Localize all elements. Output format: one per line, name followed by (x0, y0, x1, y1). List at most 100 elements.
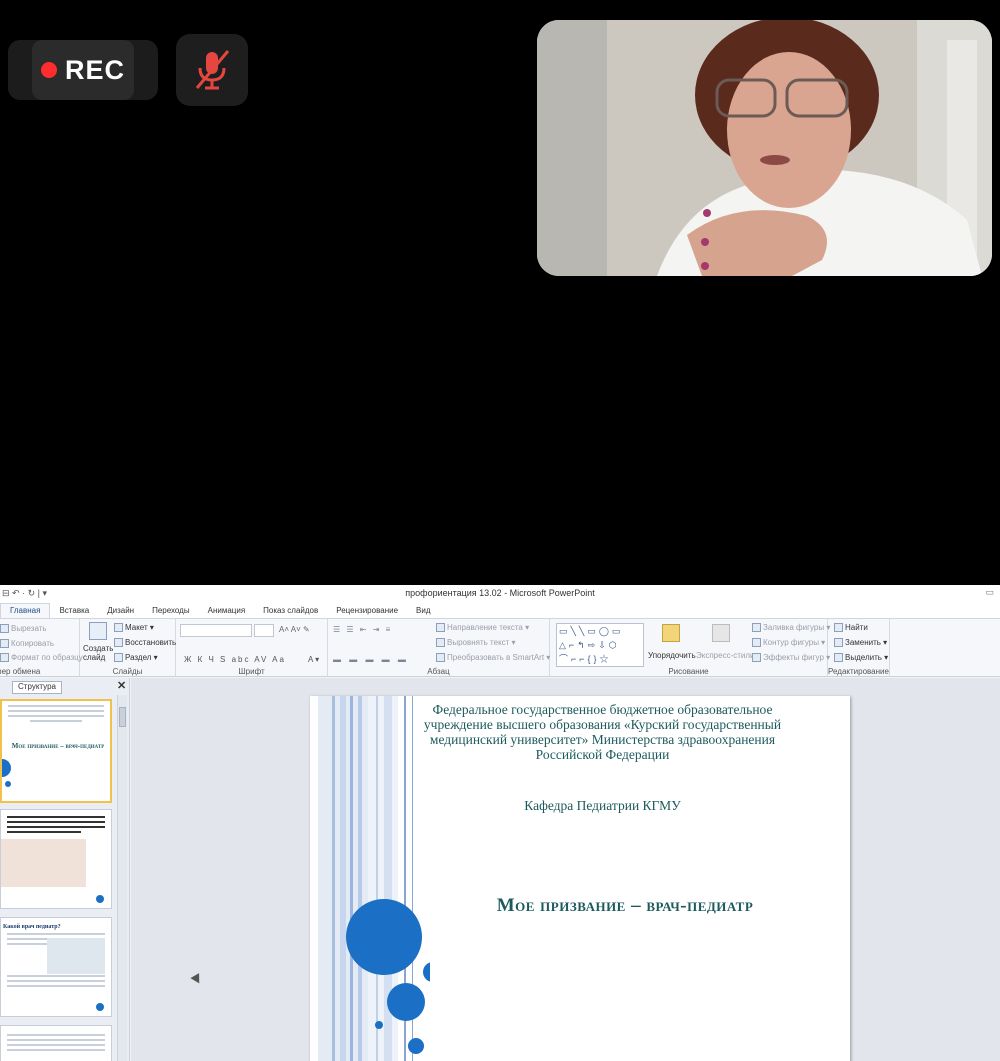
clipboard-group: Вырезать Копировать Формат по образцу Бу… (0, 619, 83, 677)
arrange-icon (662, 624, 680, 642)
screen: REC ⊟ ↶ · ↻ | ▾ профориентация 13.02 - M… (0, 0, 1000, 1061)
rec-label: REC (64, 54, 125, 85)
title-bar: ⊟ ↶ · ↻ | ▾ профориентация 13.02 - Micro… (0, 585, 1000, 602)
select-icon (834, 653, 843, 663)
arrange-button[interactable]: Упорядочить (648, 651, 696, 660)
font-size-select[interactable] (254, 624, 274, 637)
font-color-button[interactable]: A ▾ (308, 655, 319, 664)
slide-department-text[interactable]: Кафедра Педиатрии КГМУ (415, 798, 790, 814)
tab-insert[interactable]: Вставка (50, 606, 98, 618)
tab-design[interactable]: Дизайн (98, 606, 143, 618)
mic-off-icon (195, 50, 230, 90)
new-slide-icon (89, 622, 107, 640)
layout-icon (114, 623, 123, 633)
webcam-video-tile[interactable] (537, 20, 992, 276)
find-button[interactable]: Найти (834, 623, 868, 633)
format-painter-icon (0, 653, 9, 663)
font-group-label: Шрифт (238, 667, 265, 676)
replace-button[interactable]: Заменить ▾ (834, 638, 887, 648)
reset-button[interactable]: Восстановить (114, 638, 176, 648)
thumbnail-circles (2, 759, 11, 787)
powerpoint-window: ⊟ ↶ · ↻ | ▾ профориентация 13.02 - Micro… (0, 585, 1000, 1061)
shape-effects-icon (752, 653, 761, 663)
align-buttons[interactable]: ▬ ▬ ▬ ▬ ▬ (333, 655, 409, 664)
tab-outline[interactable]: Структура (12, 681, 62, 694)
new-slide-button[interactable]: Создать слайд (83, 644, 115, 662)
rec-dot-icon (40, 62, 57, 78)
rec-button[interactable]: REC (32, 40, 134, 100)
slide-thumbnail-1[interactable]: Мое призвание – врач-педиатр (0, 699, 112, 803)
thumbnail-photo (47, 938, 105, 974)
thumbnail-title: Мое призвание – врач-педиатр (11, 742, 105, 750)
font-grow-shrink-buttons[interactable]: A˄ A˅ ✎ (279, 625, 310, 634)
editing-group: Найти Заменить ▾ Выделить ▾ Редактирован… (828, 619, 890, 677)
tab-review[interactable]: Рецензирование (327, 606, 407, 618)
select-button[interactable]: Выделить ▾ (834, 653, 888, 663)
layout-button[interactable]: Макет ▾ (114, 623, 154, 633)
thumbnail-circle (96, 895, 104, 903)
align-text-label: Выровнять текст (447, 638, 510, 647)
shape-fill-button[interactable]: Заливка фигуры ▾ (752, 623, 830, 633)
format-painter-button[interactable]: Формат по образцу (0, 653, 83, 663)
font-format-buttons[interactable]: Ж К Ч S abc AV Aa (184, 655, 286, 664)
slides-group-label: Слайды (112, 667, 143, 676)
slide-thumbnail-2[interactable] (0, 809, 112, 909)
cut-button[interactable]: Вырезать (0, 624, 47, 634)
slide-title[interactable]: Мое призвание – врач-педиатр (415, 895, 835, 917)
slides-pane: Структура ✕ Мое призвание – врач-педиатр… (0, 678, 130, 1061)
tab-slideshow[interactable]: Показ слайдов (254, 606, 327, 618)
cut-label: Вырезать (11, 624, 47, 633)
slides-group: Создать слайд Макет ▾ Восстановить Разде… (80, 619, 176, 677)
find-label: Найти (845, 623, 868, 632)
list-buttons[interactable]: ☰ ☰ ⇤ ⇥ ≡ (333, 625, 392, 634)
window-title: профориентация 13.02 - Microsoft PowerPo… (405, 588, 595, 598)
close-icon[interactable]: ✕ (117, 679, 126, 692)
copy-button[interactable]: Копировать (0, 639, 55, 649)
paragraph-group: ☰ ☰ ⇤ ⇥ ≡ ▬ ▬ ▬ ▬ ▬ Направление текста ▾… (328, 619, 550, 677)
current-slide[interactable]: Федеральное государственное бюджетное об… (310, 696, 850, 1061)
smartart-label: Преобразовать в SmartArt (447, 653, 545, 662)
shape-fill-label: Заливка фигуры (763, 623, 825, 632)
ribbon: Вырезать Копировать Формат по образцу Бу… (0, 619, 1000, 677)
section-button[interactable]: Раздел ▾ (114, 653, 158, 663)
quick-styles-button[interactable]: Экспресс-стили (696, 651, 755, 660)
slide-thumbnail-4[interactable] (0, 1025, 112, 1061)
pane-scrollbar[interactable] (117, 695, 127, 1061)
copy-label: Копировать (11, 639, 55, 648)
text-direction-icon (436, 623, 445, 633)
font-group: A˄ A˅ ✎ Ж К Ч S abc AV Aa A ▾ Шрифт (176, 619, 328, 677)
quick-styles-icon (712, 624, 730, 642)
tab-transitions[interactable]: Переходы (143, 606, 199, 618)
recording-control-group: REC (8, 40, 158, 100)
paragraph-group-label: Абзац (427, 667, 450, 676)
layout-label: Макет (125, 623, 148, 632)
font-name-select[interactable] (180, 624, 252, 637)
mic-toggle-button[interactable] (176, 34, 248, 106)
thumbnail-photo (1, 839, 86, 887)
smartart-button[interactable]: Преобразовать в SmartArt ▾ (436, 653, 550, 663)
reset-icon (114, 638, 123, 648)
pane-tabs: Структура ✕ (0, 678, 129, 694)
align-text-button[interactable]: Выровнять текст ▾ (436, 638, 516, 648)
section-label: Раздел (125, 653, 152, 662)
text-direction-label: Направление текста (447, 623, 523, 632)
section-icon (114, 653, 123, 663)
slide-organization-text[interactable]: Федеральное государственное бюджетное об… (415, 702, 790, 762)
replace-label: Заменить (845, 638, 881, 647)
ribbon-tabs: Главная Вставка Дизайн Переходы Анимация… (0, 602, 1000, 619)
tab-animation[interactable]: Анимация (199, 606, 255, 618)
shape-fill-icon (752, 623, 761, 633)
scrollbar-thumb[interactable] (119, 707, 126, 727)
text-direction-button[interactable]: Направление текста ▾ (436, 623, 529, 633)
slide-thumbnail-3[interactable]: Какой врач педиатр? (0, 917, 112, 1017)
find-icon (834, 623, 843, 633)
tab-home[interactable]: Главная (0, 603, 51, 618)
drawing-group-label: Рисование (668, 667, 709, 676)
window-restore-icon[interactable]: ▭ (985, 587, 994, 598)
shape-effects-button[interactable]: Эффекты фигур ▾ (752, 653, 830, 663)
shape-outline-button[interactable]: Контур фигуры ▾ (752, 638, 825, 648)
align-text-icon (436, 638, 445, 648)
tab-view[interactable]: Вид (407, 606, 439, 618)
shapes-gallery[interactable]: ▭╲╲▭◯▭ △⌐↰⇨⇩⬡ ⌒⌐⌐{}☆ (556, 623, 644, 667)
format-painter-label: Формат по образцу (11, 653, 83, 662)
